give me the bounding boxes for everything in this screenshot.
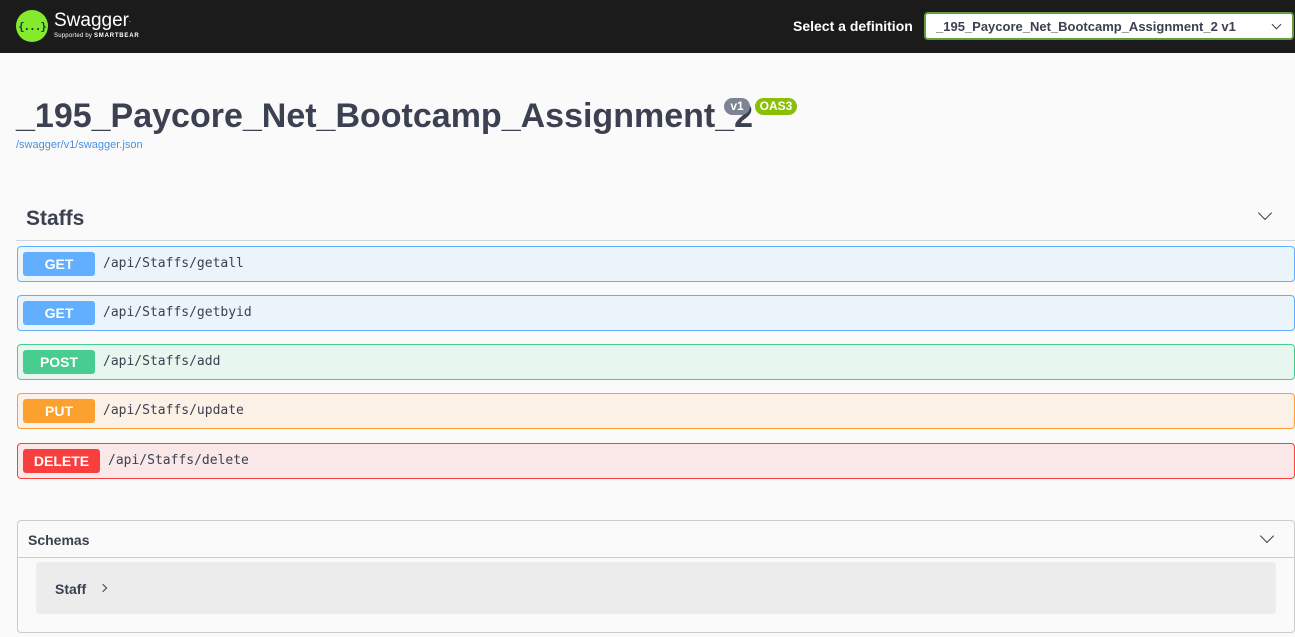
model-name: Staff xyxy=(55,581,87,597)
logo-name: Swagger. xyxy=(54,11,140,31)
chevron-down-icon[interactable] xyxy=(1257,205,1273,221)
logo-subtitle: Supported by SMARTBEAR xyxy=(54,31,140,41)
chevron-down-icon[interactable] xyxy=(1259,528,1275,544)
spec-url-link[interactable]: /swagger/v1/swagger.json xyxy=(16,139,143,151)
swagger-logo-icon: {...} xyxy=(16,10,48,42)
operation-post-add[interactable]: POST /api/Staffs/add xyxy=(17,344,1295,380)
definition-select[interactable]: _195_Paycore_Net_Bootcamp_Assignment_2 v… xyxy=(924,12,1294,40)
schemas-section: Schemas Staff xyxy=(17,520,1295,633)
definition-label: Select a definition xyxy=(793,18,913,34)
operation-path: /api/Staffs/add xyxy=(103,354,221,369)
method-badge: GET xyxy=(23,252,95,276)
operation-path: /api/Staffs/delete xyxy=(108,453,249,468)
method-badge: POST xyxy=(23,350,95,374)
method-badge: GET xyxy=(23,301,95,325)
method-badge: DELETE xyxy=(23,449,100,473)
logo-name-text: Swagger xyxy=(54,10,129,31)
swagger-logo[interactable]: {...} Swagger. Supported by SMARTBEAR xyxy=(16,8,140,44)
schemas-title: Schemas xyxy=(28,532,90,548)
model-staff[interactable]: Staff xyxy=(36,562,1276,614)
chevron-right-icon[interactable] xyxy=(98,583,108,593)
version-badge: v1 xyxy=(724,98,750,115)
logo-text: Swagger. Supported by SMARTBEAR xyxy=(54,11,140,41)
operation-path: /api/Staffs/getbyid xyxy=(103,305,252,320)
oas-badge: OAS3 xyxy=(755,98,797,115)
operation-path: /api/Staffs/getall xyxy=(103,256,244,271)
tag-header-staffs[interactable]: Staffs xyxy=(16,197,1295,241)
method-badge: PUT xyxy=(23,399,95,423)
chevron-down-icon xyxy=(1271,19,1282,30)
logo-subtitle-prefix: Supported by xyxy=(54,33,94,39)
operation-get-getbyid[interactable]: GET /api/Staffs/getbyid xyxy=(17,295,1295,331)
operation-get-getall[interactable]: GET /api/Staffs/getall xyxy=(17,246,1295,282)
operation-put-update[interactable]: PUT /api/Staffs/update xyxy=(17,393,1295,429)
operation-path: /api/Staffs/update xyxy=(103,403,244,418)
topbar: {...} Swagger. Supported by SMARTBEAR Se… xyxy=(0,0,1295,53)
logo-subtitle-brand: SMARTBEAR xyxy=(93,33,140,39)
logo-trademark: . xyxy=(129,17,131,24)
tag-name: Staffs xyxy=(26,207,85,230)
api-title: _195_Paycore_Net_Bootcamp_Assignment_2 xyxy=(16,97,754,135)
schemas-header[interactable]: Schemas xyxy=(18,521,1294,558)
operation-delete-delete[interactable]: DELETE /api/Staffs/delete xyxy=(17,443,1295,479)
definition-selected-value: _195_Paycore_Net_Bootcamp_Assignment_2 v… xyxy=(936,18,1236,34)
